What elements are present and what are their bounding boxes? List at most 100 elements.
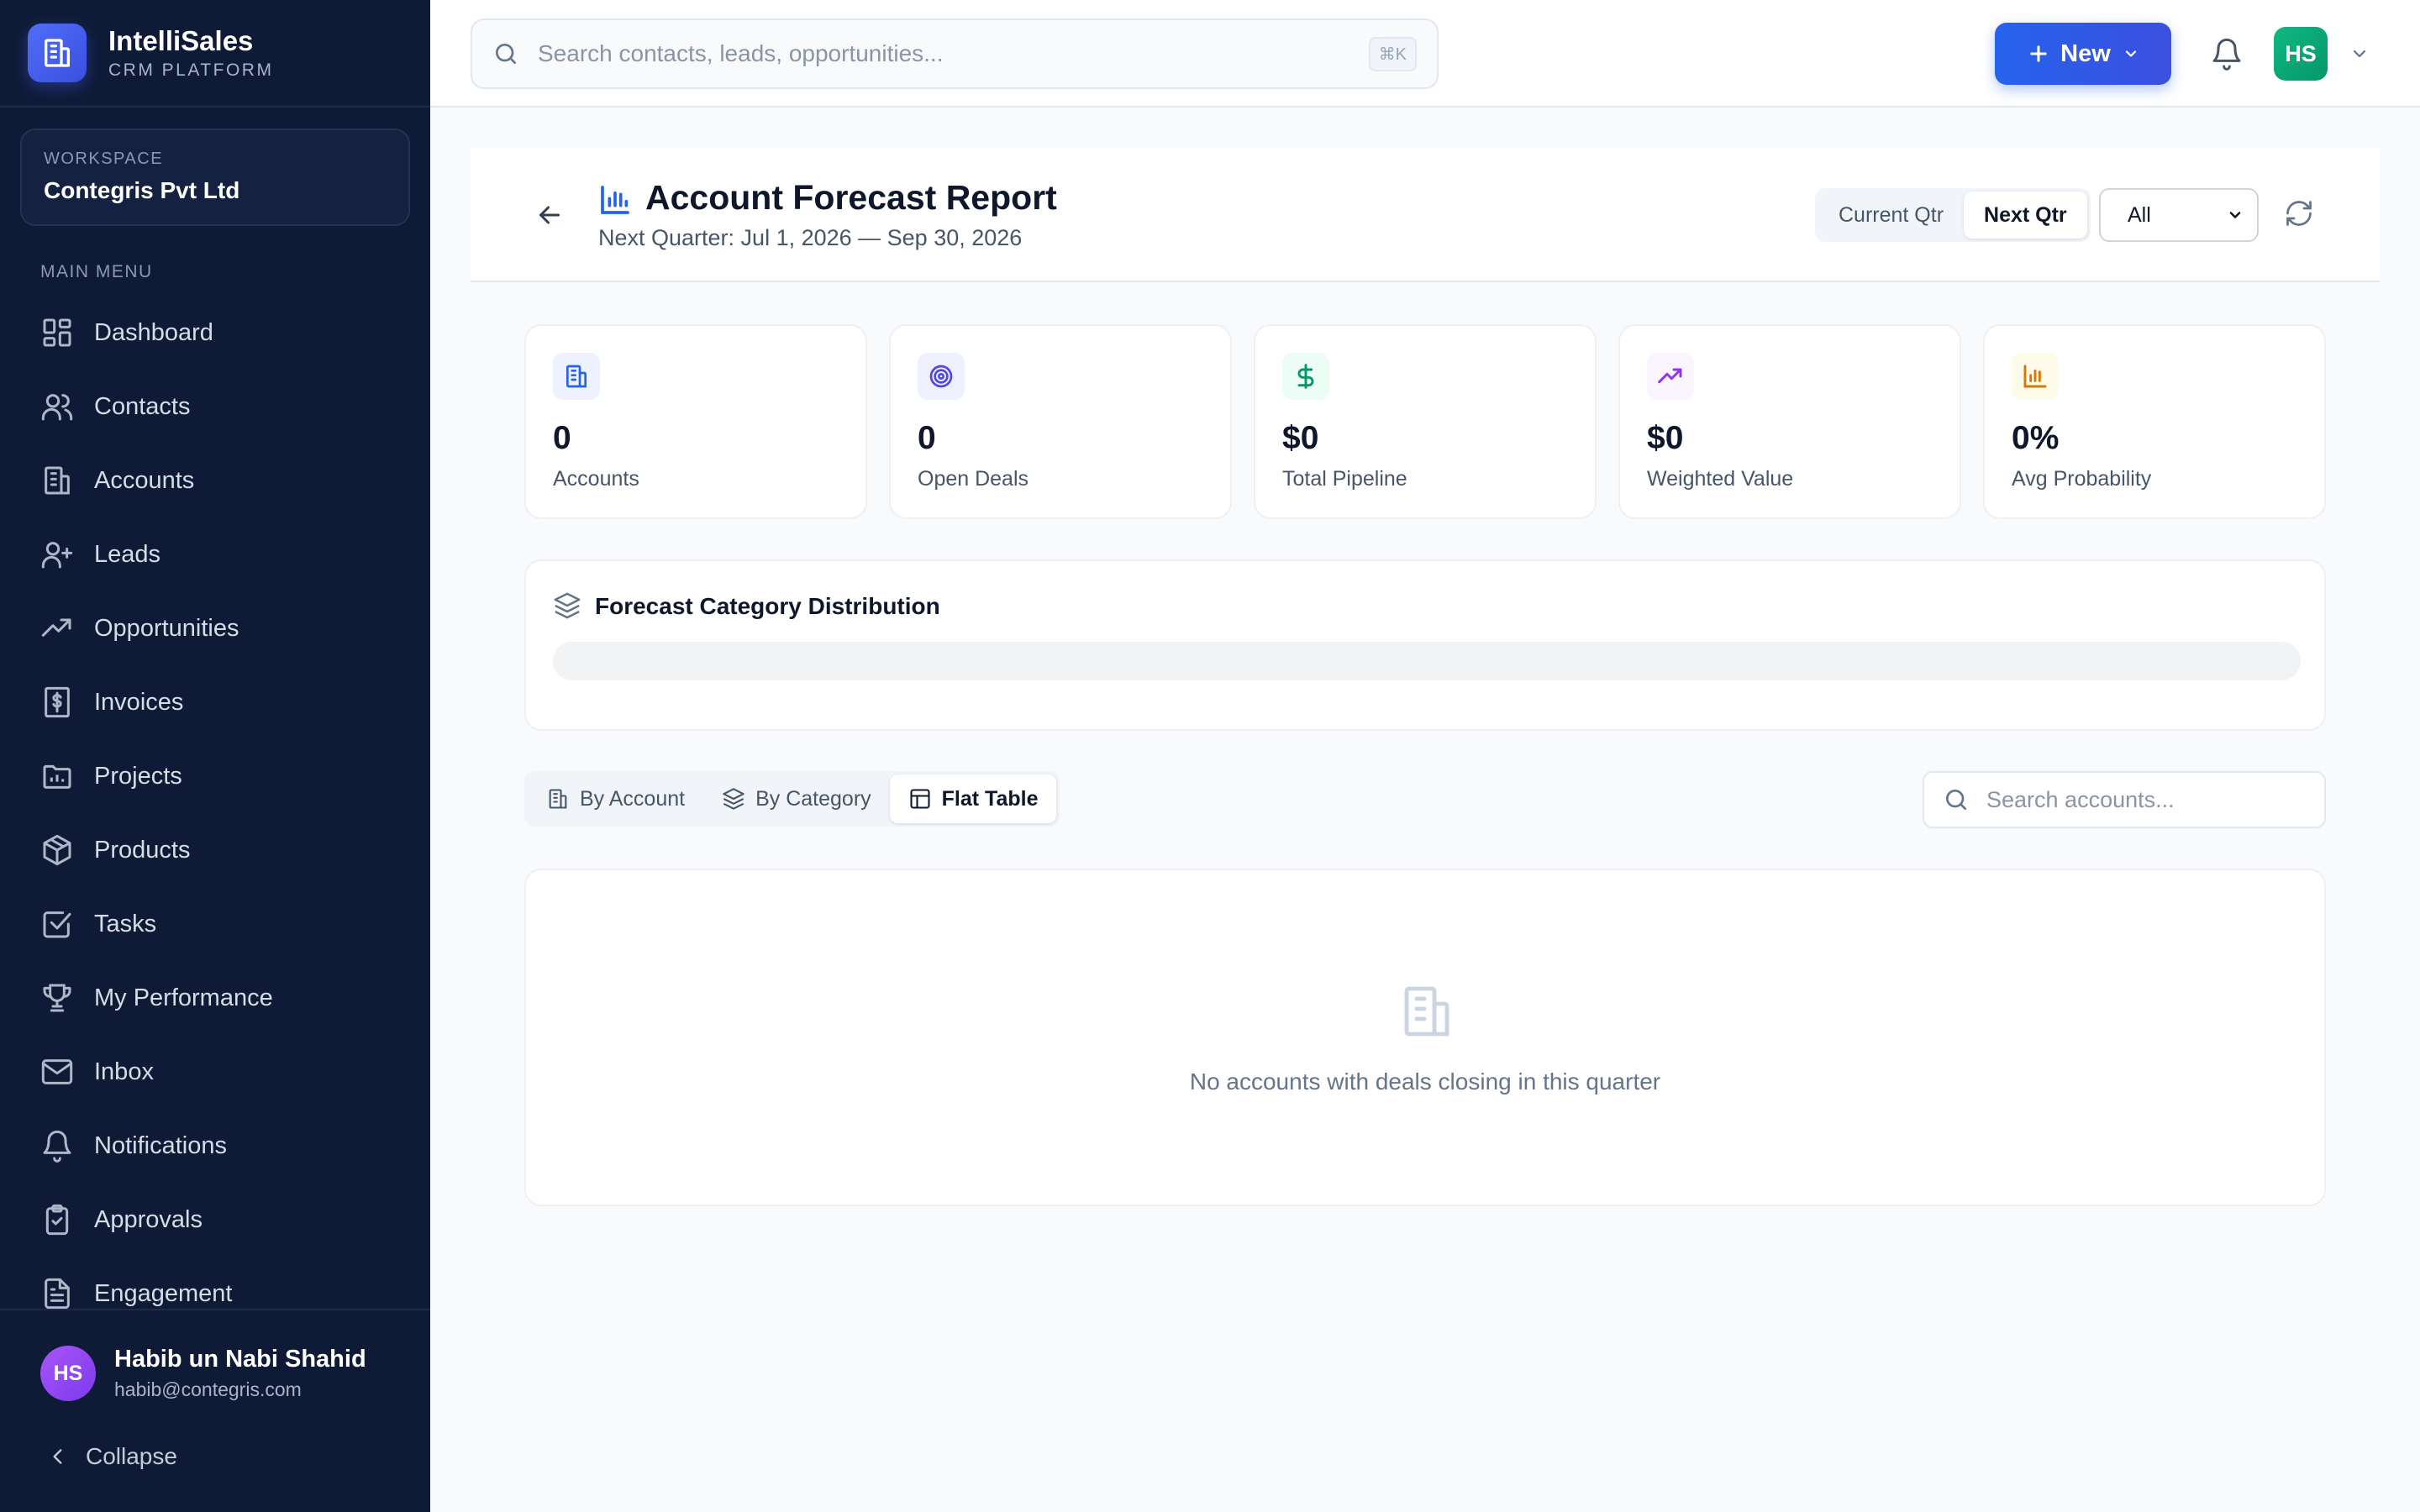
sidebar-item-accounts[interactable]: Accounts: [0, 444, 430, 517]
empty-state-message: No accounts with deals closing in this q…: [1189, 1068, 1661, 1095]
sidebar-item-leads[interactable]: Leads: [0, 517, 430, 591]
target-icon: [918, 353, 965, 400]
file-text-icon: [40, 1277, 74, 1310]
plus-icon: [2027, 42, 2050, 66]
sidebar-item-invoices[interactable]: Invoices: [0, 665, 430, 739]
stat-label: Accounts: [553, 467, 639, 491]
bar-chart-icon: [598, 183, 632, 217]
account-search-input[interactable]: Search accounts...: [1923, 771, 2326, 828]
distribution-bar: [553, 642, 2301, 680]
tab-flat-table[interactable]: Flat Table: [889, 774, 1057, 823]
sidebar-item-label: Dashboard: [94, 318, 213, 346]
users-icon: [40, 390, 74, 423]
invoice-icon: [40, 685, 74, 719]
stat-label: Avg Probability: [2012, 467, 2152, 491]
bell-icon: [40, 1129, 74, 1163]
report-header: Account Forecast Report Next Quarter: Ju…: [471, 148, 2380, 282]
workspace-label: WORKSPACE: [44, 150, 164, 168]
building-icon: [1397, 981, 1457, 1042]
back-arrow-icon[interactable]: [534, 200, 565, 230]
sidebar: IntelliSales CRM PLATFORM WORKSPACE Cont…: [0, 0, 430, 1512]
sidebar-item-contacts[interactable]: Contacts: [0, 370, 430, 444]
search-shortcut-badge: ⌘K: [1368, 36, 1417, 71]
brand[interactable]: IntelliSales CRM PLATFORM: [0, 0, 430, 108]
tab-by-category[interactable]: By Category: [703, 774, 890, 823]
collapse-label: Collapse: [86, 1443, 177, 1469]
forecast-distribution-card: Forecast Category Distribution: [524, 559, 2326, 731]
sidebar-item-label: Tasks: [94, 910, 157, 937]
building-icon: [546, 787, 570, 811]
dollar-icon: [1282, 353, 1329, 400]
main-menu-label: MAIN MENU: [40, 262, 153, 281]
new-button[interactable]: New: [1995, 23, 2171, 85]
sidebar-item-label: Opportunities: [94, 614, 239, 642]
user-menu-chevron-down-icon[interactable]: [2349, 44, 2370, 64]
layers-icon: [722, 787, 745, 811]
sidebar-item-tasks[interactable]: Tasks: [0, 887, 430, 961]
filter-selected-value: All: [2128, 202, 2151, 227]
sidebar-item-inbox[interactable]: Inbox: [0, 1035, 430, 1109]
sidebar-footer: HS Habib un Nabi Shahid habib@contegris.…: [0, 1309, 430, 1512]
layers-icon: [553, 591, 581, 620]
report-date-range: Next Quarter: Jul 1, 2026 — Sep 30, 2026: [598, 225, 1023, 250]
sidebar-item-notifications[interactable]: Notifications: [0, 1109, 430, 1183]
user-email: habib@contegris.com: [114, 1378, 302, 1400]
building-icon: [40, 464, 74, 497]
chevron-down-icon: [2123, 45, 2139, 62]
trophy-icon: [40, 981, 74, 1015]
user-plus-icon: [40, 538, 74, 571]
workspace-switcher[interactable]: WORKSPACE Contegris Pvt Ltd: [20, 129, 410, 226]
sidebar-item-label: Notifications: [94, 1131, 227, 1159]
page-title: Account Forecast Report: [645, 178, 1057, 217]
tab-by-account[interactable]: By Account: [528, 774, 703, 823]
results-card: No accounts with deals closing in this q…: [524, 869, 2326, 1206]
stat-card-avg-probability: 0% Avg Probability: [1983, 324, 2326, 519]
building-icon: [553, 353, 600, 400]
search-placeholder: Search contacts, leads, opportunities...: [538, 40, 944, 66]
sidebar-item-approvals[interactable]: Approvals: [0, 1183, 430, 1257]
dashboard-icon: [40, 316, 74, 349]
notifications-bell-icon[interactable]: [2210, 37, 2244, 71]
chevron-left-icon: [47, 1446, 69, 1467]
global-search-input[interactable]: Search contacts, leads, opportunities...…: [471, 18, 1439, 89]
stat-value: 0: [918, 420, 936, 456]
box-icon: [40, 833, 74, 867]
sidebar-user-profile[interactable]: HS Habib un Nabi Shahid habib@contegris.…: [40, 1346, 366, 1401]
brand-subtitle: CRM PLATFORM: [108, 60, 274, 80]
sidebar-item-label: Contacts: [94, 392, 191, 420]
table-icon: [908, 787, 932, 811]
tab-label: Flat Table: [941, 786, 1039, 811]
stat-card-open-deals: 0 Open Deals: [889, 324, 1232, 519]
stat-card-accounts: 0 Accounts: [524, 324, 867, 519]
user-menu-avatar[interactable]: HS: [2274, 27, 2328, 81]
sidebar-item-label: My Performance: [94, 984, 273, 1011]
search-icon: [492, 40, 519, 67]
stat-label: Weighted Value: [1647, 467, 1794, 491]
brand-logo-icon: [28, 24, 87, 82]
avatar: HS: [40, 1346, 96, 1401]
tab-current-qtr[interactable]: Current Qtr: [1818, 192, 1964, 239]
chevron-down-icon: [2227, 207, 2244, 223]
refresh-icon[interactable]: [2284, 198, 2314, 228]
sidebar-item-opportunities[interactable]: Opportunities: [0, 591, 430, 665]
sidebar-item-projects[interactable]: Projects: [0, 739, 430, 813]
sidebar-item-dashboard[interactable]: Dashboard: [0, 296, 430, 370]
check-square-icon: [40, 907, 74, 941]
trending-up-icon: [40, 612, 74, 645]
sidebar-item-my-performance[interactable]: My Performance: [0, 961, 430, 1035]
stat-value: $0: [1647, 420, 1684, 456]
user-name: Habib un Nabi Shahid: [114, 1346, 366, 1373]
sidebar-item-label: Engagement: [94, 1279, 233, 1307]
tab-next-qtr[interactable]: Next Qtr: [1964, 192, 2087, 239]
forecast-filter-select[interactable]: All: [2099, 188, 2259, 242]
folder-icon: [40, 759, 74, 793]
collapse-sidebar-button[interactable]: Collapse: [47, 1443, 177, 1470]
tab-label: By Account: [580, 786, 686, 811]
stat-card-total-pipeline: $0 Total Pipeline: [1254, 324, 1597, 519]
stat-value: 0%: [2012, 420, 2060, 456]
sidebar-item-products[interactable]: Products: [0, 813, 430, 887]
view-tabs: By Account By Category Flat Table: [524, 771, 1060, 827]
stat-label: Open Deals: [918, 467, 1029, 491]
sidebar-nav: Dashboard Contacts Accounts Leads Opport…: [0, 296, 430, 1331]
sidebar-item-label: Approvals: [94, 1205, 203, 1233]
